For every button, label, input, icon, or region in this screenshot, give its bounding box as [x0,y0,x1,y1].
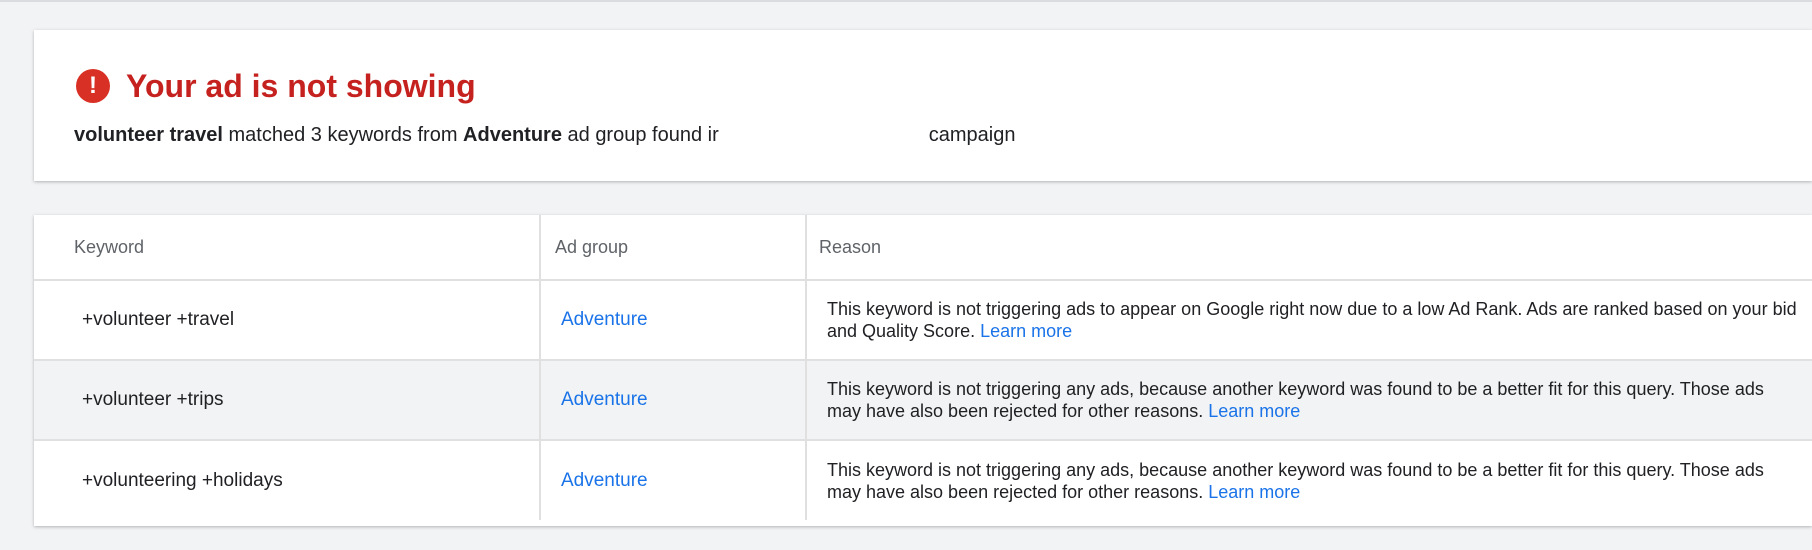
ad-group-link[interactable]: Adventure [561,309,648,330]
table-row: +volunteer +travel Adventure This keywor… [34,280,1812,361]
keywords-table-card: Keyword Ad group Reason +volunteer +trav… [34,215,1812,526]
learn-more-link[interactable]: Learn more [980,321,1072,341]
learn-more-link[interactable]: Learn more [1208,401,1300,421]
column-header-keyword: Keyword [34,215,540,281]
ad-group-link[interactable]: Adventure [561,470,648,491]
keywords-table: Keyword Ad group Reason +volunteer +trav… [34,215,1812,520]
learn-more-link[interactable]: Learn more [1208,482,1300,502]
search-query: volunteer travel [74,124,223,146]
alert-icon: ! [76,69,110,103]
status-title: Your ad is not showing [126,67,476,104]
status-header: ! Your ad is not showing [76,64,476,108]
table-header-row: Keyword Ad group Reason [34,215,1812,281]
top-divider [0,0,1812,2]
ad-group-link[interactable]: Adventure [561,389,648,410]
found-text: ad group found ir [561,124,719,146]
keyword-cell: +volunteer +travel [34,280,540,361]
column-header-reason: Reason [805,215,1812,281]
campaign-text: campaign [928,124,1016,146]
reason-cell: This keyword is not triggering ads to ap… [805,280,1812,361]
ad-status-card: ! Your ad is not showing volunteer trave… [34,30,1812,181]
table-row: +volunteer +trips Adventure This keyword… [34,360,1812,441]
matched-text: matched 3 keywords from [222,124,464,146]
ad-group-name: Adventure [463,124,562,146]
keyword-cell: +volunteer +trips [34,360,540,441]
table-row: +volunteering +holidays Adventure This k… [34,440,1812,520]
reason-cell: This keyword is not triggering any ads, … [805,440,1812,520]
keyword-cell: +volunteering +holidays [82,469,283,491]
column-header-ad-group: Ad group [539,215,806,281]
reason-cell: This keyword is not triggering any ads, … [805,360,1812,441]
status-description: volunteer travel matched 3 keywords from… [74,124,1015,147]
reason-text: This keyword is not triggering ads to ap… [827,299,1797,341]
